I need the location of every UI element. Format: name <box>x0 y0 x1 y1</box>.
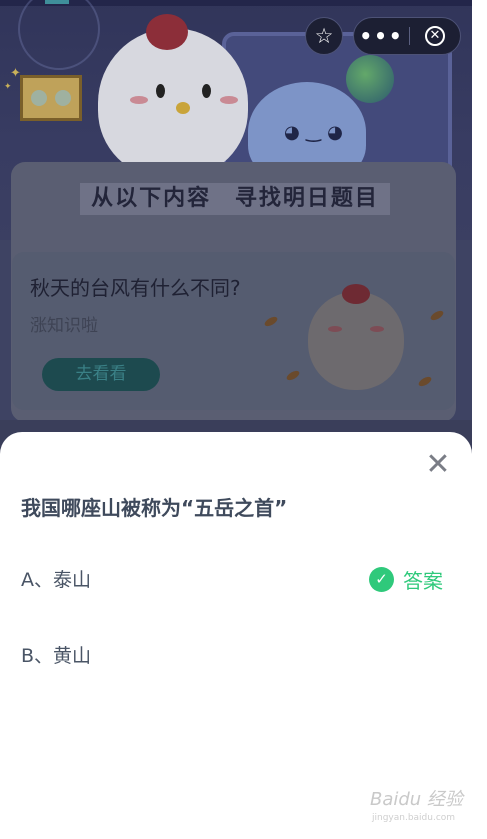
globe-illustration <box>346 55 394 103</box>
chick-thumbnail-illustration <box>308 284 404 390</box>
watermark-logo: Baidu 经验 <box>370 789 463 810</box>
article-title: 秋天的台风有什么不同? <box>30 276 241 300</box>
chick-cheek <box>220 96 238 104</box>
answer-label: 答案 <box>403 569 443 593</box>
checkmark-icon: ✓ <box>369 567 394 592</box>
medal-icon <box>31 90 47 106</box>
banner-title: 从以下内容 寻找明日题目 <box>80 183 390 215</box>
chick-cheek <box>328 326 342 332</box>
chick-eye <box>202 84 211 98</box>
chick-cheek <box>130 96 148 104</box>
answer-badge: ✓ 答案 <box>369 565 443 594</box>
mascot-face: ◕ ‿ ◕ <box>284 122 343 143</box>
sparkle-icon: ✦ <box>4 82 12 92</box>
decorative-circle <box>18 0 100 70</box>
close-circle-icon: ✕ <box>425 26 445 46</box>
star-outline-icon: ☆ <box>314 24 334 48</box>
menu-capsule: ••• ✕ <box>353 17 461 55</box>
more-button[interactable]: ••• <box>354 18 409 54</box>
medal-frame-illustration <box>20 75 82 121</box>
chick-cheek <box>370 326 384 332</box>
chick-comb <box>146 14 188 50</box>
chick-comb <box>342 284 370 304</box>
quiz-question: 我国哪座山被称为“五岳之首” <box>21 496 288 520</box>
app-window: ✦ ✦ ◕ ‿ ◕ 从以下内容 寻找明日题目 秋天的台风有什么不同? 涨知识啦 … <box>0 0 472 839</box>
quiz-option-a[interactable]: A、泰山 <box>21 565 91 592</box>
watermark-url: jingyan.baidu.com <box>372 813 456 823</box>
favorite-button[interactable]: ☆ <box>305 17 343 55</box>
chick-beak <box>176 102 190 114</box>
article-subtitle: 涨知识啦 <box>30 316 98 336</box>
page-edge <box>472 0 487 839</box>
chick-mascot-illustration <box>98 14 248 178</box>
view-article-button[interactable]: 去看看 <box>42 358 160 391</box>
medal-icon <box>55 90 71 106</box>
sheet-close-button[interactable]: ✕ <box>425 450 451 480</box>
close-icon: ✕ <box>425 447 451 482</box>
close-app-button[interactable]: ✕ <box>410 18 460 54</box>
quiz-option-b[interactable]: B、黄山 <box>21 641 91 668</box>
chick-eye <box>156 84 165 98</box>
sparkle-icon: ✦ <box>10 66 21 81</box>
